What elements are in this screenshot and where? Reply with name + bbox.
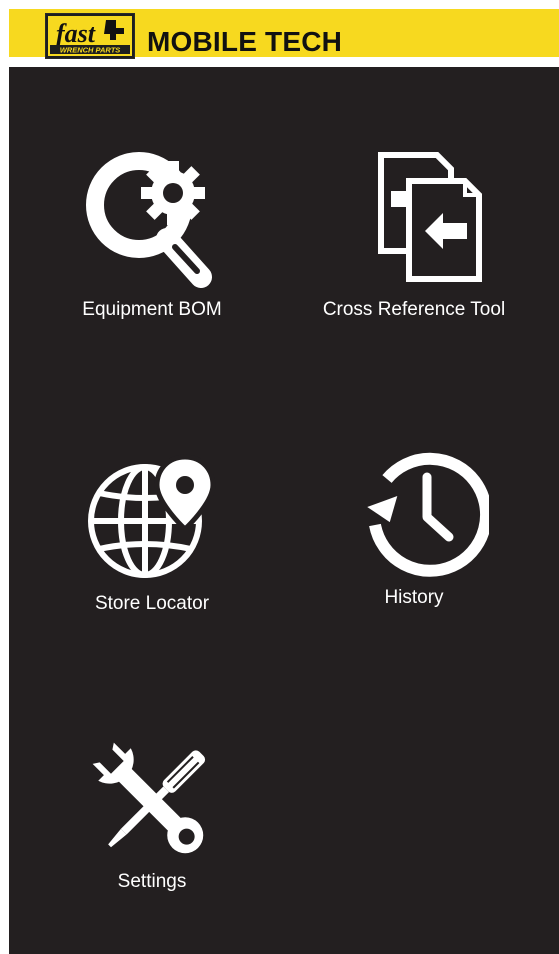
app-header: fast WRENCH PARTS MOBILE TECH: [9, 9, 559, 59]
menu-item-store-locator[interactable]: Store Locator: [27, 445, 277, 665]
document-exchange-icon: [289, 147, 539, 297]
menu-item-label: Cross Reference Tool: [322, 299, 506, 320]
wrench-screwdriver-icon: [27, 727, 277, 877]
logo-wordmark: fast: [56, 19, 96, 48]
menu-item-label: Equipment BOM: [82, 299, 222, 320]
main-menu: Equipment BOM Cross Reference Tool Store…: [9, 67, 559, 954]
brand-logo: fast WRENCH PARTS: [45, 13, 135, 59]
menu-item-label: Settings: [117, 871, 187, 892]
app-screen: fast WRENCH PARTS MOBILE TECH Equipment …: [0, 0, 559, 954]
menu-item-label: History: [384, 587, 444, 608]
menu-item-label: Store Locator: [94, 593, 210, 614]
search-gear-icon: [27, 147, 277, 297]
clock-history-icon: [289, 437, 539, 587]
globe-location-pin-icon: [27, 445, 277, 595]
menu-item-history[interactable]: History: [289, 437, 539, 657]
app-title: MOBILE TECH: [147, 26, 343, 57]
menu-item-equipment-bom[interactable]: Equipment BOM: [27, 147, 277, 367]
menu-item-settings[interactable]: Settings: [27, 727, 277, 947]
logo-subtext: WRENCH PARTS: [60, 46, 121, 55]
menu-item-cross-reference-tool[interactable]: Cross Reference Tool: [289, 147, 539, 367]
